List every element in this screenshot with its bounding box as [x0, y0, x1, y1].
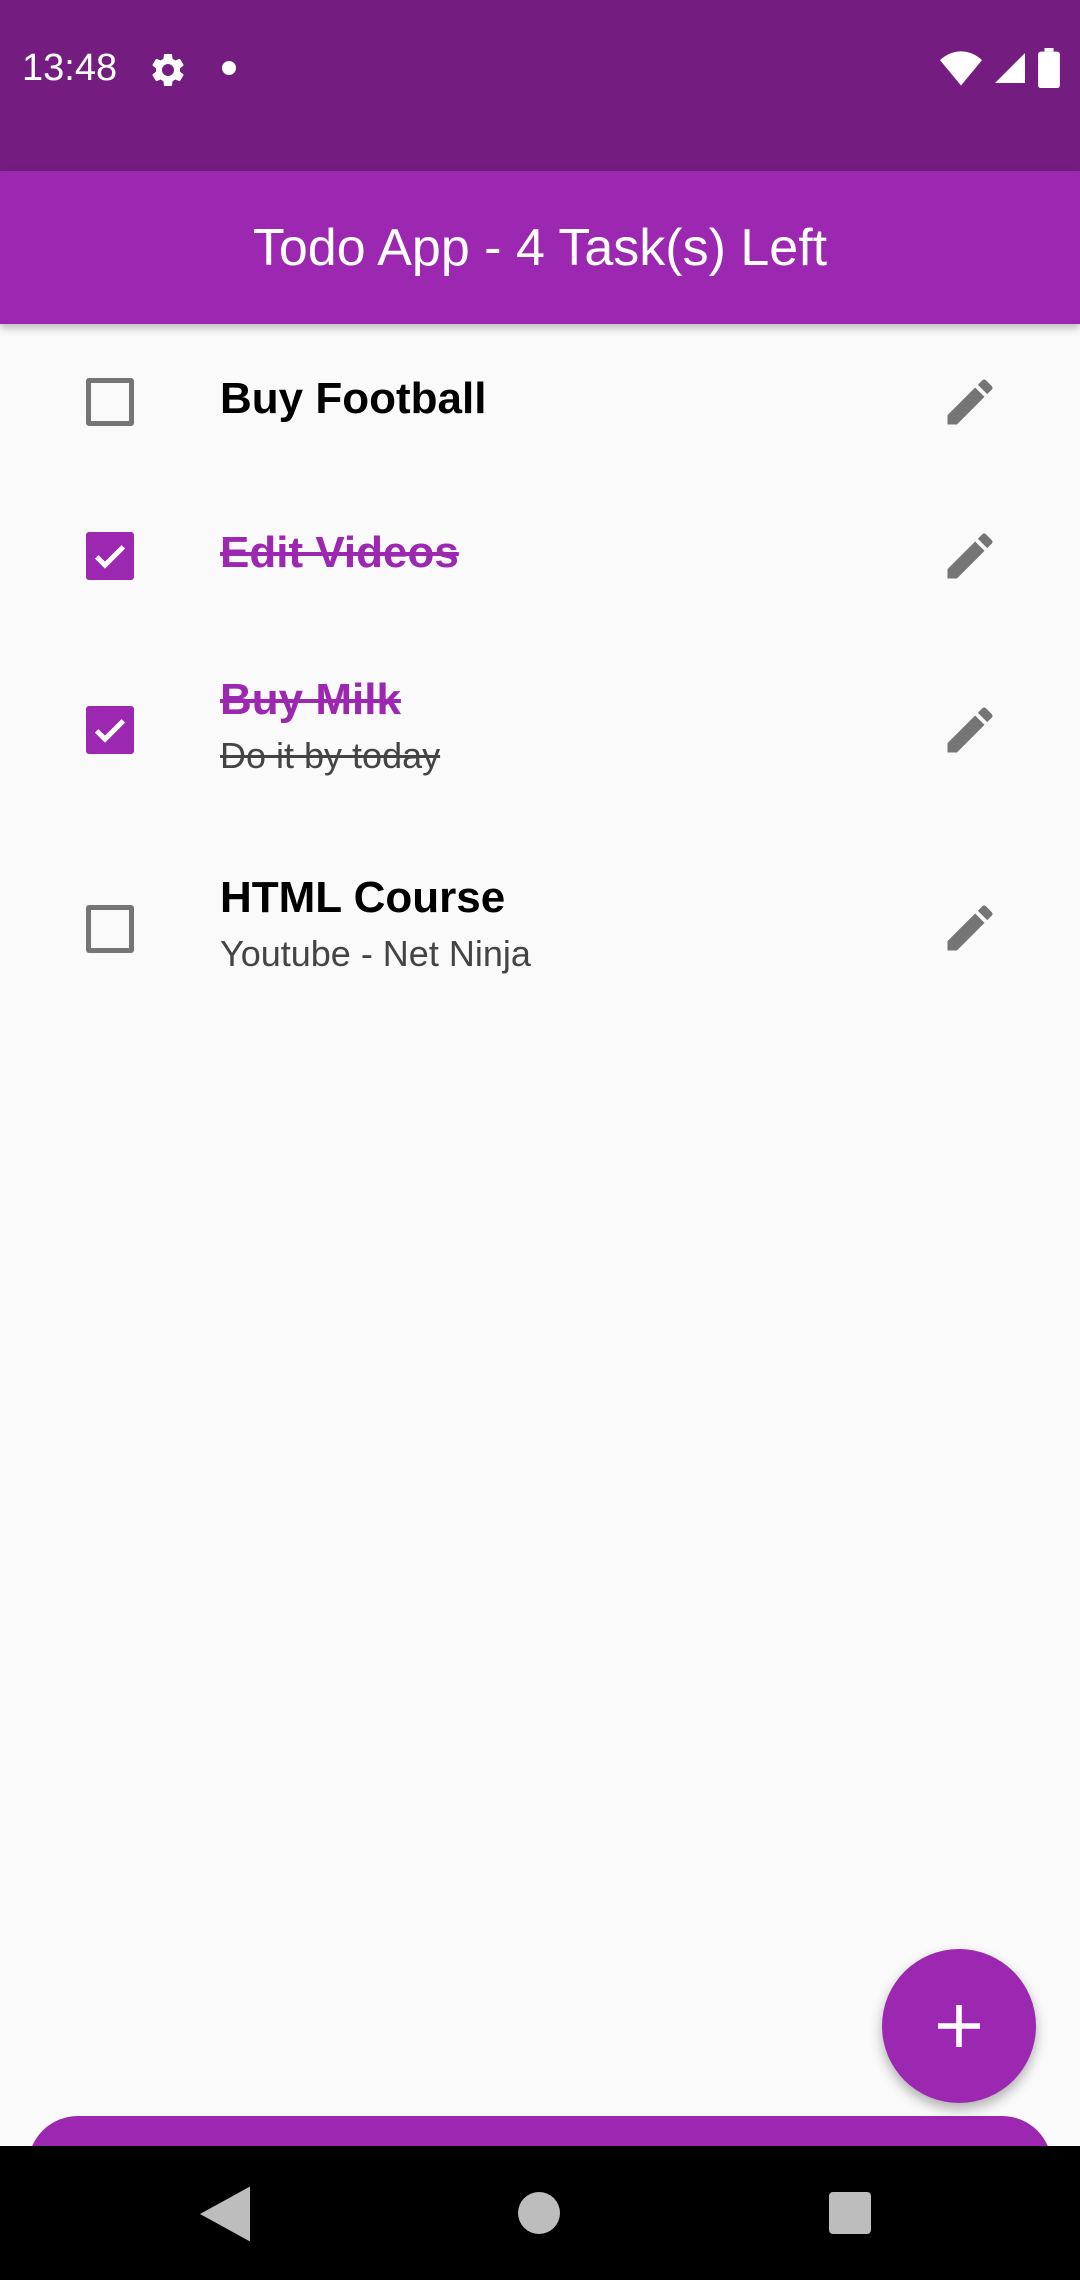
back-icon[interactable]: [200, 2186, 250, 2242]
todo-checkbox[interactable]: [86, 905, 134, 953]
checkmark-icon: [94, 545, 126, 569]
wifi-icon: [940, 51, 982, 86]
app-title: Todo App - 4 Task(s) Left: [252, 218, 828, 277]
pencil-icon: [947, 533, 993, 579]
todo-checkbox[interactable]: [86, 706, 134, 754]
todo-item[interactable]: Buy Football: [0, 364, 1080, 514]
todo-item[interactable]: Edit Videos: [0, 518, 1080, 668]
todo-title: Buy Football: [220, 374, 487, 423]
battery-icon: [1038, 48, 1060, 88]
home-icon[interactable]: [518, 2192, 560, 2234]
todo-title: Buy Milk: [220, 675, 401, 724]
settings-gear-icon: [152, 53, 184, 86]
add-todo-button[interactable]: [882, 1949, 1036, 2103]
todo-title: Edit Videos: [220, 528, 459, 577]
todo-item[interactable]: HTML Course Youtube - Net Ninja: [0, 867, 1080, 1047]
checkmark-icon: [94, 719, 126, 743]
edit-button[interactable]: [940, 526, 1000, 586]
todo-subtitle: Youtube - Net Ninja: [220, 933, 531, 974]
todo-title: HTML Course: [220, 873, 506, 922]
pencil-icon: [947, 379, 993, 425]
todo-subtitle: Do it by today: [220, 735, 441, 776]
notification-dot-icon: [222, 61, 236, 75]
todo-checkbox[interactable]: [86, 532, 134, 580]
status-icons: [940, 46, 1060, 90]
cell-signal-icon: [995, 53, 1025, 83]
edit-button[interactable]: [940, 898, 1000, 958]
edit-button[interactable]: [940, 700, 1000, 760]
app-bar: Todo App - 4 Task(s) Left: [0, 171, 1080, 324]
recents-icon[interactable]: [829, 2192, 871, 2234]
pencil-icon: [947, 905, 993, 951]
plus-icon: [938, 2005, 980, 2047]
status-time: 13:48: [22, 47, 118, 89]
edit-button[interactable]: [940, 372, 1000, 432]
status-bar: 13:48: [0, 0, 1080, 171]
todo-item[interactable]: Buy Milk Do it by today: [0, 669, 1080, 849]
navigation-bar: [0, 2146, 1080, 2280]
pencil-icon: [947, 707, 993, 753]
todo-checkbox[interactable]: [86, 378, 134, 426]
